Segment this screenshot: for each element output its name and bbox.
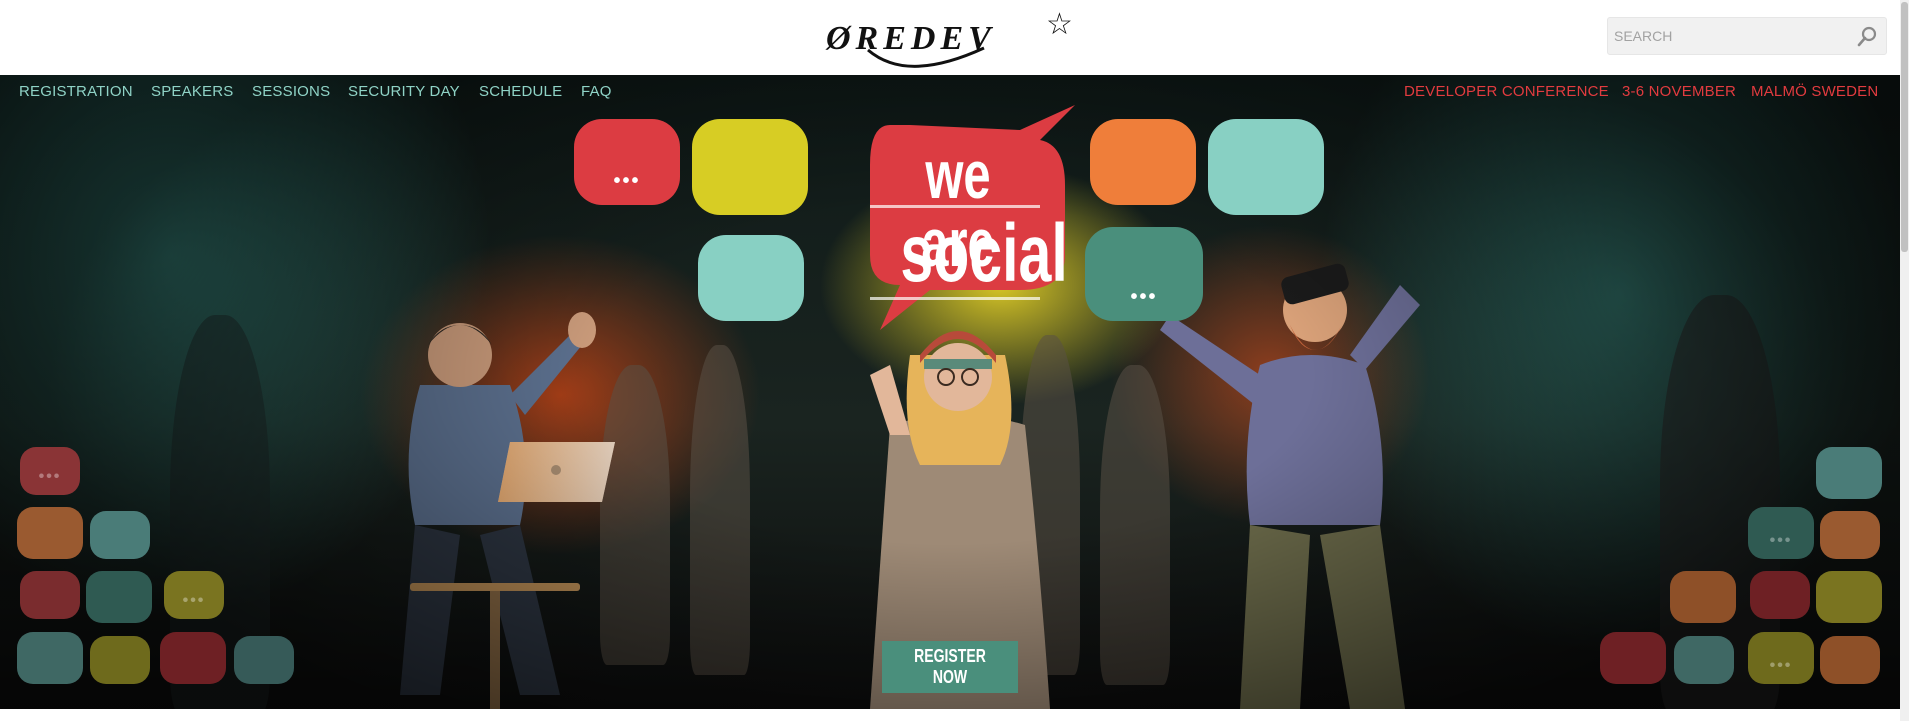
speech-bubble-yellow: ••• xyxy=(1748,632,1814,684)
speech-bubble-yellow xyxy=(692,119,808,215)
speech-bubble-red: ••• xyxy=(20,447,80,495)
speech-bubble-teal xyxy=(1674,636,1734,684)
bubble-dots: ••• xyxy=(1130,286,1158,308)
speech-bubble-teal xyxy=(17,632,83,684)
hero-banner: REGISTRATION SPEAKERS SESSIONS SECURITY … xyxy=(0,75,1900,709)
bubble-dots: ••• xyxy=(1769,532,1793,549)
search-box xyxy=(1607,17,1887,55)
speech-bubble-teal xyxy=(90,511,150,559)
speech-bubble-orange xyxy=(1820,511,1880,559)
speech-bubble-teal xyxy=(1208,119,1324,215)
speech-bubble-orange xyxy=(17,507,83,559)
speech-bubble-red xyxy=(1600,632,1666,684)
bubble-dots: ••• xyxy=(38,468,62,485)
bubble-dots: ••• xyxy=(1769,657,1793,674)
nav-schedule[interactable]: SCHEDULE xyxy=(479,83,562,100)
star-icon: ☆ xyxy=(1046,8,1073,41)
speech-bubble-red xyxy=(1750,571,1810,619)
oredev-logo[interactable]: ØREDEV ☆ xyxy=(826,10,1076,68)
speech-bubble-green: ••• xyxy=(1085,227,1203,321)
speech-bubble-red: ••• xyxy=(574,119,680,205)
speech-bubble-teal xyxy=(698,235,804,321)
speech-bubble-red xyxy=(160,632,226,684)
we-are-social-bubble: we are social xyxy=(820,105,1080,335)
event-dates-label: 3-6 NOVEMBER xyxy=(1622,83,1737,100)
logo-swoosh-icon xyxy=(867,46,985,68)
nav-security-day[interactable]: SECURITY DAY xyxy=(348,83,460,100)
speech-bubble-yellow: ••• xyxy=(164,571,224,619)
nav-speakers[interactable]: SPEAKERS xyxy=(151,83,233,100)
speech-bubble-orange xyxy=(1090,119,1196,205)
bubble-dots: ••• xyxy=(182,592,206,609)
speech-bubble-teal xyxy=(1816,447,1882,499)
search-input[interactable] xyxy=(1614,18,1844,54)
scrollbar-thumb[interactable] xyxy=(1901,2,1908,252)
bubble-dots: ••• xyxy=(613,170,641,192)
speech-bubble-yellow xyxy=(1816,571,1882,623)
nav-registration[interactable]: REGISTRATION xyxy=(19,83,133,100)
event-type-label: DEVELOPER CONFERENCE xyxy=(1404,83,1609,100)
event-location-label: MALMÖ SWEDEN xyxy=(1751,83,1879,100)
speech-bubble-orange xyxy=(1820,636,1880,684)
headline-fine-print xyxy=(870,297,1040,300)
page-content-start xyxy=(0,709,1900,721)
site-header: ØREDEV ☆ xyxy=(0,0,1900,75)
headline-social: social xyxy=(900,208,1068,299)
speech-bubble-orange xyxy=(1670,571,1736,623)
register-now-button[interactable]: REGISTER NOW xyxy=(882,641,1018,693)
speech-bubble-green: ••• xyxy=(1748,507,1814,559)
main-nav: REGISTRATION SPEAKERS SESSIONS SECURITY … xyxy=(0,75,1900,107)
nav-faq[interactable]: FAQ xyxy=(581,83,612,100)
speech-bubble-green xyxy=(86,571,152,623)
speech-bubble-red xyxy=(20,571,80,619)
search-icon[interactable] xyxy=(1856,26,1878,48)
register-now-label: REGISTER NOW xyxy=(914,646,986,687)
speech-bubble-teal xyxy=(234,636,294,684)
nav-sessions[interactable]: SESSIONS xyxy=(252,83,330,100)
speech-bubble-yellow xyxy=(90,636,150,684)
